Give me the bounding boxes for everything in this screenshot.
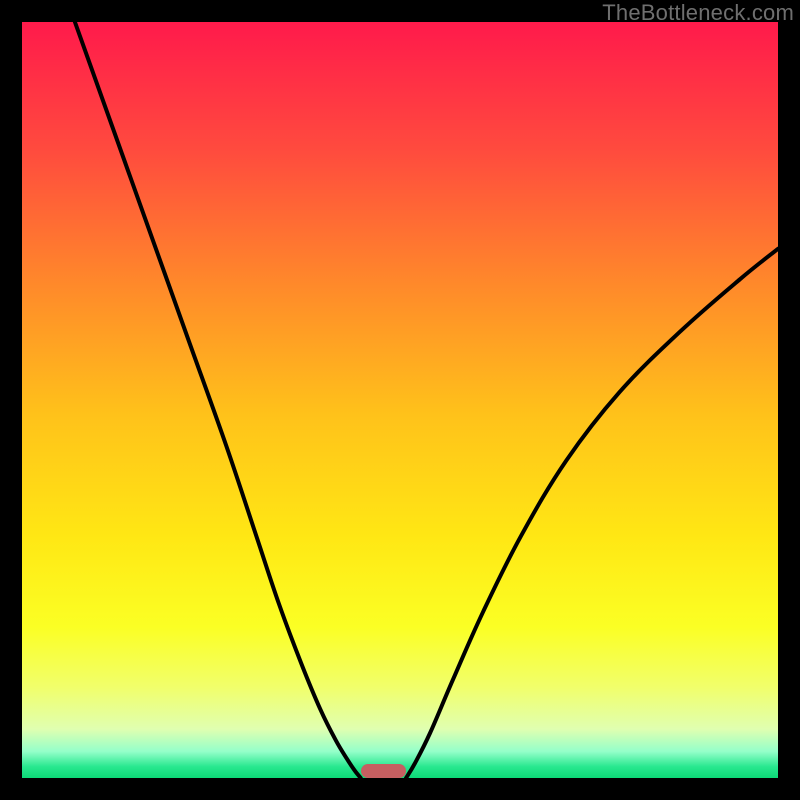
plot-area	[22, 22, 778, 778]
bottleneck-curves	[22, 22, 778, 778]
plateau-marker	[361, 764, 406, 778]
curve-right	[406, 249, 778, 778]
watermark: TheBottleneck.com	[602, 0, 794, 26]
curve-left	[75, 22, 361, 778]
